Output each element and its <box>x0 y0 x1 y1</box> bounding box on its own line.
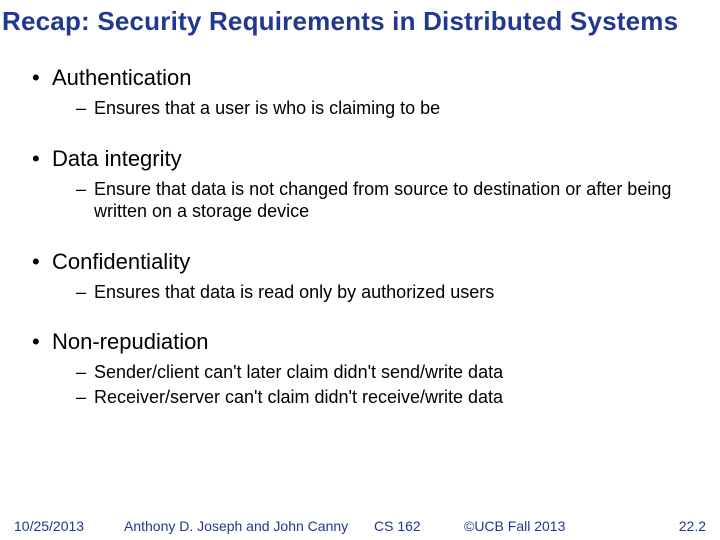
sub-list: – Ensures that data is read only by auth… <box>76 281 700 304</box>
bullet-data-integrity: • Data integrity <box>32 146 700 172</box>
bullet-authentication: • Authentication <box>32 65 700 91</box>
sub-item: – Ensures that a user is who is claiming… <box>76 97 700 120</box>
dash-icon: – <box>76 361 94 384</box>
footer-page: 22.2 <box>614 518 706 534</box>
sub-text: Ensures that data is read only by author… <box>94 281 494 304</box>
sub-item: – Sender/client can't later claim didn't… <box>76 361 700 384</box>
sub-item: – Ensures that data is read only by auth… <box>76 281 700 304</box>
sub-item: – Ensure that data is not changed from s… <box>76 178 700 223</box>
sub-text: Sender/client can't later claim didn't s… <box>94 361 503 384</box>
footer-copyright: ©UCB Fall 2013 <box>464 518 614 534</box>
slide-title: Recap: Security Requirements in Distribu… <box>0 0 720 37</box>
sub-text: Ensure that data is not changed from sou… <box>94 178 700 223</box>
slide: Recap: Security Requirements in Distribu… <box>0 0 720 540</box>
dash-icon: – <box>76 386 94 409</box>
bullet-label: Non-repudiation <box>52 329 209 355</box>
dash-icon: – <box>76 281 94 304</box>
bullet-confidentiality: • Confidentiality <box>32 249 700 275</box>
bullet-label: Confidentiality <box>52 249 190 275</box>
sub-item: – Receiver/server can't claim didn't rec… <box>76 386 700 409</box>
sub-list: – Ensure that data is not changed from s… <box>76 178 700 223</box>
footer-date: 10/25/2013 <box>14 518 124 534</box>
footer-course: CS 162 <box>374 518 464 534</box>
footer-authors: Anthony D. Joseph and John Canny <box>124 518 374 534</box>
list-item: • Confidentiality – Ensures that data is… <box>32 249 700 304</box>
list-item: • Non-repudiation – Sender/client can't … <box>32 329 700 408</box>
dash-icon: – <box>76 97 94 120</box>
list-item: • Data integrity – Ensure that data is n… <box>32 146 700 223</box>
bullet-label: Authentication <box>52 65 191 91</box>
sub-list: – Ensures that a user is who is claiming… <box>76 97 700 120</box>
slide-footer: 10/25/2013 Anthony D. Joseph and John Ca… <box>0 518 720 534</box>
bullet-non-repudiation: • Non-repudiation <box>32 329 700 355</box>
dash-icon: – <box>76 178 94 201</box>
bullet-dot-icon: • <box>32 146 52 172</box>
bullet-dot-icon: • <box>32 329 52 355</box>
bullet-dot-icon: • <box>32 65 52 91</box>
slide-content: • Authentication – Ensures that a user i… <box>0 37 720 408</box>
bullet-dot-icon: • <box>32 249 52 275</box>
sub-text: Ensures that a user is who is claiming t… <box>94 97 440 120</box>
sub-text: Receiver/server can't claim didn't recei… <box>94 386 503 409</box>
sub-list: – Sender/client can't later claim didn't… <box>76 361 700 408</box>
list-item: • Authentication – Ensures that a user i… <box>32 65 700 120</box>
bullet-label: Data integrity <box>52 146 182 172</box>
